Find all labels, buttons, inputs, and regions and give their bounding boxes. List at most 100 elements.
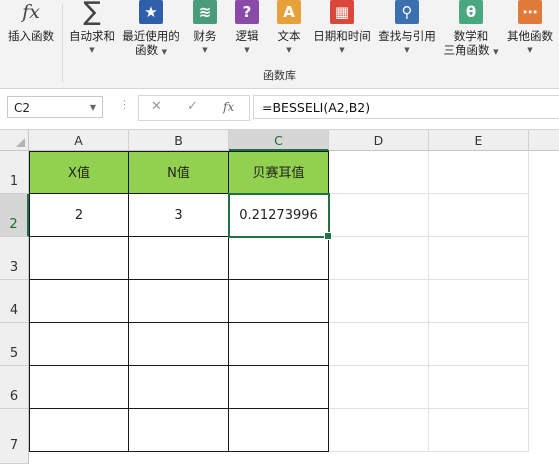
formula-bar: C2 ▼ ⋮ ✕ ✓ fx =BESSELI(A2,B2) <box>0 89 559 130</box>
cell-c5[interactable] <box>229 323 329 366</box>
cell-e3[interactable] <box>429 237 529 280</box>
money-book-icon: ≋ <box>193 0 217 24</box>
chevron-down-icon: ▼ <box>161 48 168 56</box>
autosum-label: 自动求和 <box>69 29 115 43</box>
cell-b2[interactable]: 3 <box>129 194 229 237</box>
cell-a4[interactable] <box>29 280 129 323</box>
chevron-down-icon: ▼ <box>244 46 250 54</box>
theta-book-icon: θ <box>459 0 483 24</box>
chevron-down-icon: ▼ <box>493 48 499 56</box>
insert-function-button[interactable]: fx 插入函数 <box>3 0 59 43</box>
row-header-6[interactable]: 6 <box>0 366 29 409</box>
select-all-button[interactable] <box>0 130 29 151</box>
financial-button[interactable]: ≋ 财务 ▼ <box>187 0 223 57</box>
row-header-2[interactable]: 2 <box>0 194 29 237</box>
question-book-icon: ? <box>235 0 259 24</box>
chevron-down-icon: ▼ <box>404 46 410 54</box>
row-header-7[interactable]: 7 <box>0 409 29 464</box>
cell-a5[interactable] <box>29 323 129 366</box>
more-functions-label: 其他函数 <box>507 29 553 43</box>
cell-d1[interactable] <box>329 151 429 194</box>
cell-d7[interactable] <box>329 409 429 452</box>
cell-a3[interactable] <box>29 237 129 280</box>
column-header-a[interactable]: A <box>29 130 129 151</box>
cancel-icon[interactable]: ✕ <box>151 99 162 114</box>
cell-a2[interactable]: 2 <box>29 194 129 237</box>
cell-c4[interactable] <box>229 280 329 323</box>
row-header-1[interactable]: 1 <box>0 151 29 194</box>
cell-d3[interactable] <box>329 237 429 280</box>
recently-used-button[interactable]: ★ 最近使用的 函数 ▼ <box>120 0 182 59</box>
cell-a1[interactable]: X值 <box>29 151 129 194</box>
cell-e5[interactable] <box>429 323 529 366</box>
chevron-down-icon: ▼ <box>339 46 345 54</box>
math-trig-label-2: 三角函数 <box>443 43 490 57</box>
column-header-b[interactable]: B <box>129 130 229 151</box>
cell-e7[interactable] <box>429 409 529 452</box>
name-box-value: C2 <box>14 101 31 115</box>
calendar-book-icon: ▦ <box>330 0 354 24</box>
fx-icon: fx <box>22 1 40 23</box>
drag-handle-icon[interactable]: ⋮ <box>119 98 130 111</box>
math-trig-label: 数学和 <box>453 29 489 43</box>
text-book-icon: A <box>277 0 301 24</box>
lookup-reference-button[interactable]: ⚲ 查找与引用 ▼ <box>376 0 438 57</box>
more-functions-button[interactable]: ⋯ 其他函数 ▼ <box>503 0 557 57</box>
math-trig-button[interactable]: θ 数学和 三角函数 ▼ <box>441 0 501 59</box>
cell-b4[interactable] <box>129 280 229 323</box>
cell-c1[interactable]: 贝赛耳值 <box>229 151 329 194</box>
financial-label: 财务 <box>193 29 217 43</box>
function-library-group-label: 函数库 <box>263 69 296 82</box>
enter-icon[interactable]: ✓ <box>187 99 198 114</box>
date-time-label: 日期和时间 <box>313 29 371 43</box>
logical-button[interactable]: ? 逻辑 ▼ <box>229 0 265 57</box>
cell-b1[interactable]: N值 <box>129 151 229 194</box>
cell-c6[interactable] <box>229 366 329 409</box>
cell-d6[interactable] <box>329 366 429 409</box>
column-header-d[interactable]: D <box>329 130 429 151</box>
sigma-icon: ∑ <box>83 0 101 27</box>
chevron-down-icon: ▼ <box>527 46 533 54</box>
date-time-button[interactable]: ▦ 日期和时间 ▼ <box>311 0 373 57</box>
cell-e2[interactable] <box>429 194 529 237</box>
cell-b6[interactable] <box>129 366 229 409</box>
cell-b3[interactable] <box>129 237 229 280</box>
cell-c2[interactable]: 0.21273996 <box>228 193 332 240</box>
column-header-f[interactable] <box>529 130 559 151</box>
column-header-c[interactable]: C <box>229 130 329 151</box>
formula-input[interactable]: =BESSELI(A2,B2) <box>253 95 559 119</box>
text-button[interactable]: A 文本 ▼ <box>271 0 307 57</box>
cell-d4[interactable] <box>329 280 429 323</box>
chevron-down-icon: ▼ <box>202 46 208 54</box>
cell-a6[interactable] <box>29 366 129 409</box>
row-header-3[interactable]: 3 <box>0 237 29 280</box>
cell-c3[interactable] <box>229 237 329 280</box>
formula-buttons: ✕ ✓ fx <box>138 95 250 121</box>
cell-c7[interactable] <box>229 409 329 452</box>
recently-used-label-2: 函数 <box>134 43 158 57</box>
cell-e6[interactable] <box>429 366 529 409</box>
chevron-down-icon: ▼ <box>286 46 292 54</box>
autosum-button[interactable]: ∑ 自动求和 ▼ <box>66 0 118 57</box>
cell-b5[interactable] <box>129 323 229 366</box>
insert-function-icon[interactable]: fx <box>223 100 234 114</box>
name-box[interactable]: C2 ▼ <box>7 96 103 118</box>
chevron-down-icon: ▼ <box>89 46 95 54</box>
cell-d2[interactable] <box>329 194 429 237</box>
magnifier-book-icon: ⚲ <box>395 0 419 24</box>
cell-d5[interactable] <box>329 323 429 366</box>
row-header-4[interactable]: 4 <box>0 280 29 323</box>
text-label: 文本 <box>277 29 301 43</box>
cell-e1[interactable] <box>429 151 529 194</box>
spreadsheet-grid: A B C D E 1 2 3 4 5 6 7 X值 N值 贝赛耳值 2 3 0… <box>0 130 559 464</box>
cell-e4[interactable] <box>429 280 529 323</box>
star-book-icon: ★ <box>139 0 163 24</box>
more-book-icon: ⋯ <box>518 0 542 24</box>
column-header-e[interactable]: E <box>429 130 529 151</box>
logical-label: 逻辑 <box>235 29 259 43</box>
lookup-reference-label: 查找与引用 <box>378 29 436 43</box>
cell-a7[interactable] <box>29 409 129 452</box>
row-header-5[interactable]: 5 <box>0 323 29 366</box>
cell-b7[interactable] <box>129 409 229 452</box>
ribbon: fx 插入函数 ∑ 自动求和 ▼ ★ 最近使用的 函数 ▼ ≋ 财务 ▼ ? 逻… <box>0 0 559 89</box>
